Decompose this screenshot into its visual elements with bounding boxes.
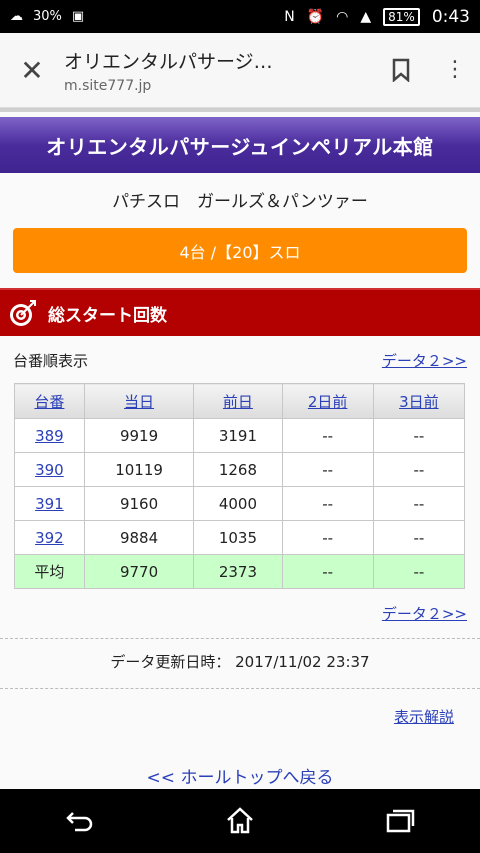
average-row: 平均 9770 2373 -- -- [14,554,466,589]
3days-value: -- [372,520,466,555]
2days-value: -- [281,452,374,487]
average-3days: -- [372,554,466,589]
signal-icon: ▲ [360,8,372,25]
browser-title-area[interactable]: オリエンタルパサージ… m.site777.jp [50,47,392,94]
today-value: 9884 [83,520,195,555]
2days-value: -- [281,486,374,521]
header-yesterday[interactable]: 前日 [193,383,283,419]
divider [0,688,480,689]
back-to-hall-top-link[interactable]: << ホールトップへ戻る [0,763,480,788]
back-icon[interactable] [60,801,100,841]
today-value: 9160 [83,486,195,521]
browser-title: オリエンタルパサージ… [64,50,273,73]
machine-number-link[interactable]: 390 [14,452,85,487]
average-today: 9770 [83,554,195,589]
machine-number-link[interactable]: 391 [14,486,85,521]
data2-link-bottom[interactable]: データ２>> [382,605,467,623]
average-2days: -- [281,554,374,589]
table-header-row: 台番 当日 前日 2日前 3日前 [14,383,466,419]
machine-count-button[interactable]: 4台 /【20】スロ [13,228,467,273]
machine-name: パチスロ ガールズ＆パンツァー [112,192,368,212]
status-left-text: 30% [33,9,62,24]
3days-value: -- [372,452,466,487]
app-icon: ▣ [71,9,85,24]
close-icon[interactable]: ✕ [14,54,50,87]
header-machine-no[interactable]: 台番 [14,383,85,419]
3days-value: -- [372,486,466,521]
header-3days-ago[interactable]: 3日前 [372,383,466,419]
hall-name-banner: オリエンタルパサージュインペリアル本館 [0,117,480,173]
target-icon [10,300,36,326]
page-content: オリエンタルパサージュインペリアル本館 パチスロ ガールズ＆パンツァー 4台 /… [0,112,480,789]
table-row: 392 9884 1035 -- -- [14,520,466,555]
alarm-icon: ⏰ [306,8,325,25]
machine-number-link[interactable]: 389 [14,418,85,453]
yesterday-value: 1268 [193,452,283,487]
data2-link-bottom-wrap: データ２>> [0,603,467,624]
today-value: 10119 [83,452,195,487]
start-count-table: 台番 当日 前日 2日前 3日前 389 9919 3191 -- -- 390… [14,383,466,589]
yesterday-value: 1035 [193,520,283,555]
battery-level: 81% [383,7,420,26]
sort-row: 台番順表示 データ２>> [13,350,467,371]
weather-icon: ☁ [10,9,23,24]
divider [0,638,480,639]
2days-value: -- [281,418,374,453]
clock: 0:43 [431,6,470,27]
help-link-wrap: 表示解説 [0,706,454,727]
table-row: 390 10119 1268 -- -- [14,452,466,487]
section-header: 総スタート回数 [0,288,480,336]
average-label: 平均 [14,554,85,589]
machine-number-link[interactable]: 392 [14,520,85,555]
yesterday-value: 4000 [193,486,283,521]
update-timestamp: データ更新日時： 2017/11/02 23:37 [110,653,370,671]
browser-toolbar: ✕ オリエンタルパサージ… m.site777.jp ⋮ [0,33,480,108]
status-bar: ☁ 30% ▣ N ⏰ ◠ ▲ 81% 0:43 [0,0,480,33]
average-yesterday: 2373 [193,554,283,589]
table-row: 391 9160 4000 -- -- [14,486,466,521]
today-value: 9919 [83,418,195,453]
nfc-icon: N [284,8,295,25]
header-2days-ago[interactable]: 2日前 [281,383,374,419]
table-row: 389 9919 3191 -- -- [14,418,466,453]
3days-value: -- [372,418,466,453]
sort-label: 台番順表示 [13,352,89,370]
recent-apps-icon[interactable] [380,801,420,841]
2days-value: -- [281,520,374,555]
yesterday-value: 3191 [193,418,283,453]
header-today[interactable]: 当日 [83,383,195,419]
browser-url: m.site777.jp [64,77,152,94]
data2-link-top[interactable]: データ２>> [382,350,467,371]
section-title: 総スタート回数 [48,305,167,326]
wifi-icon: ◠ [336,8,349,25]
home-icon[interactable] [220,801,260,841]
more-options-icon[interactable]: ⋮ [444,59,466,81]
display-help-link[interactable]: 表示解説 [394,708,454,726]
bookmark-icon[interactable] [392,58,410,82]
navigation-bar [0,789,480,853]
